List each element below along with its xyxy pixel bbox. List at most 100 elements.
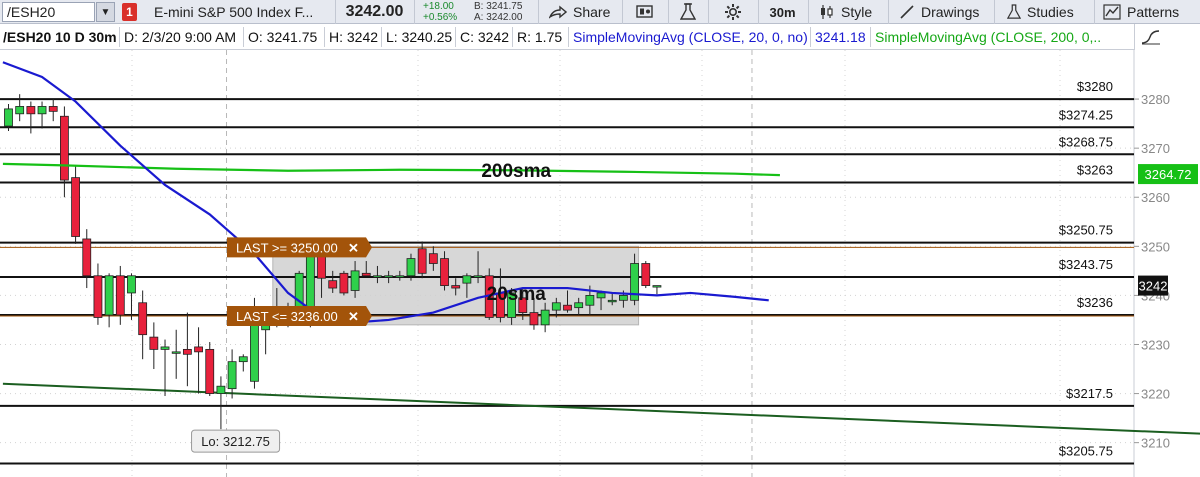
candle-body-up — [551, 302, 561, 311]
info-sma20-value: 3241.18 — [812, 27, 871, 47]
candle-body-down — [440, 258, 449, 286]
price-level-label: $3236 — [1077, 295, 1113, 310]
candle-body-down — [182, 348, 192, 355]
ask-value: A: 3242.00 — [474, 12, 523, 23]
candle-body-up — [4, 108, 13, 127]
flask-icon — [679, 3, 696, 20]
drawings-label: Drawings — [921, 4, 980, 20]
collapse-chart-icon[interactable] — [1140, 28, 1162, 46]
candle-body-up — [585, 295, 595, 306]
close-icon[interactable]: ✕ — [348, 240, 359, 255]
symbol-description: E-mini S&P 500 Index F... — [150, 0, 333, 24]
candle-body-up — [607, 299, 617, 303]
symbol-text: /ESH20 — [7, 4, 56, 20]
gear-icon — [724, 4, 741, 20]
axis-price-tag: 3264.72 — [1138, 164, 1198, 185]
pattern-chart-icon — [1103, 4, 1121, 20]
studies-label: Studies — [1027, 4, 1074, 20]
candle-body-down — [93, 275, 103, 318]
candle-body-up — [540, 309, 550, 326]
candle-body-down — [138, 302, 148, 336]
price-level-label: $3263 — [1077, 163, 1113, 178]
linked-group-badge[interactable]: 1 — [122, 3, 137, 21]
candle — [641, 261, 651, 289]
close-icon[interactable]: ✕ — [348, 309, 359, 324]
candle-body-down — [26, 106, 36, 115]
pencil-line-icon — [900, 5, 914, 19]
studies-menu[interactable]: Studies — [994, 0, 1092, 24]
candle-body-down — [417, 248, 427, 274]
linked-group-number: 1 — [126, 5, 133, 19]
candle-body-up — [37, 106, 47, 115]
candle-body-up — [462, 275, 472, 284]
info-sma200-label[interactable]: SimpleMovingAvg (CLOSE, 200, 0,... — [872, 27, 1100, 47]
annotation-text: 200sma — [481, 161, 551, 182]
chart-settings-button[interactable] — [622, 0, 666, 24]
candle-body-up — [216, 385, 226, 394]
symbol-description-text: E-mini S&P 500 Index F... — [154, 4, 314, 20]
candle-body-up — [395, 275, 405, 278]
info-close: C: 3242 — [457, 27, 513, 47]
candle-body-down — [328, 280, 338, 289]
axis-tick-label: 3280 — [1141, 92, 1170, 107]
axis-price-tag-text: 3264.72 — [1145, 167, 1192, 182]
candlestick-icon — [821, 5, 833, 19]
style-menu[interactable]: Style — [808, 0, 886, 24]
annotation-text: 20sma — [487, 284, 547, 305]
share-label: Share — [573, 4, 611, 20]
candle-body-up — [350, 270, 360, 291]
info-symbol-period: /ESH20 10 D 30m — [0, 27, 120, 47]
candle — [339, 270, 349, 296]
net-change-value: +18.00 — [423, 1, 454, 12]
candle-body-up — [160, 346, 170, 350]
bid-ask: B: 3241.75 A: 3242.00 — [474, 0, 534, 24]
candle-body-up — [619, 295, 628, 301]
candle-body-up — [652, 285, 662, 288]
candle-body-down — [194, 346, 203, 353]
drawings-menu[interactable]: Drawings — [888, 0, 992, 24]
axis-price-tag: 3242 — [1138, 275, 1168, 296]
price-chart[interactable]: $3280 $3274.25 $3268.75 $3263 $3250.75 $3243.… — [0, 0, 1200, 477]
info-low: L: 3240.25 — [383, 27, 456, 47]
flag-settings-icon — [635, 5, 653, 18]
axis-tick-label: 3210 — [1141, 436, 1170, 451]
axis-tick-label: 3260 — [1141, 190, 1170, 205]
candle-body-down — [149, 336, 159, 350]
info-open: O: 3241.75 — [245, 27, 325, 47]
candle-body-down — [60, 115, 69, 181]
info-sma20-label[interactable]: SimpleMovingAvg (CLOSE, 20, 0, no) — [570, 27, 811, 47]
price-level-label: $3217.5 — [1066, 386, 1113, 401]
interval-selector[interactable]: 30m — [758, 0, 806, 24]
studies-lab-button[interactable] — [668, 0, 706, 24]
candle-body-up — [596, 292, 606, 299]
price-level-label: $3250.75 — [1059, 223, 1113, 238]
info-high: H: 3242 — [326, 27, 382, 47]
low-callout-text: Lo: 3212.75 — [201, 434, 270, 449]
price-level-label: $3243.75 — [1059, 257, 1113, 272]
toolbar: /ESH20 ▼ 1 E-mini S&P 500 Index F... 324… — [0, 0, 1200, 24]
bid-value: B: 3241.75 — [474, 1, 523, 12]
price-alert: LAST <= 3236.00 ✕ — [227, 306, 372, 327]
candle-body-down — [451, 285, 461, 289]
axis-tick-label: 3220 — [1141, 387, 1170, 402]
axis-price-tag-text: 3242 — [1139, 279, 1168, 294]
symbol-input[interactable]: /ESH20 — [2, 2, 95, 22]
flask-icon — [1007, 4, 1021, 19]
style-label: Style — [841, 4, 873, 20]
candle-body-up — [373, 275, 382, 278]
axis-tick-label: 3250 — [1141, 239, 1170, 254]
symbol-dropdown-button[interactable]: ▼ — [96, 2, 115, 22]
candle-body-up — [127, 275, 136, 294]
price-level-label: $3205.75 — [1059, 444, 1113, 459]
candle-body-up — [574, 302, 584, 309]
info-date: D: 2/3/20 9:00 AM — [121, 27, 244, 47]
price-level-label: $3268.75 — [1059, 134, 1113, 149]
share-button[interactable]: Share — [538, 0, 620, 24]
alert-tag-label: LAST <= 3236.00 — [236, 309, 338, 324]
patterns-menu[interactable]: Patterns — [1094, 0, 1200, 24]
net-change: +18.00 +0.56% — [414, 0, 470, 24]
settings-button[interactable] — [708, 0, 756, 24]
price-alert: LAST >= 3250.00 ✕ — [227, 237, 372, 258]
net-change-percent: +0.56% — [423, 12, 458, 23]
candle-body-up — [473, 275, 483, 278]
